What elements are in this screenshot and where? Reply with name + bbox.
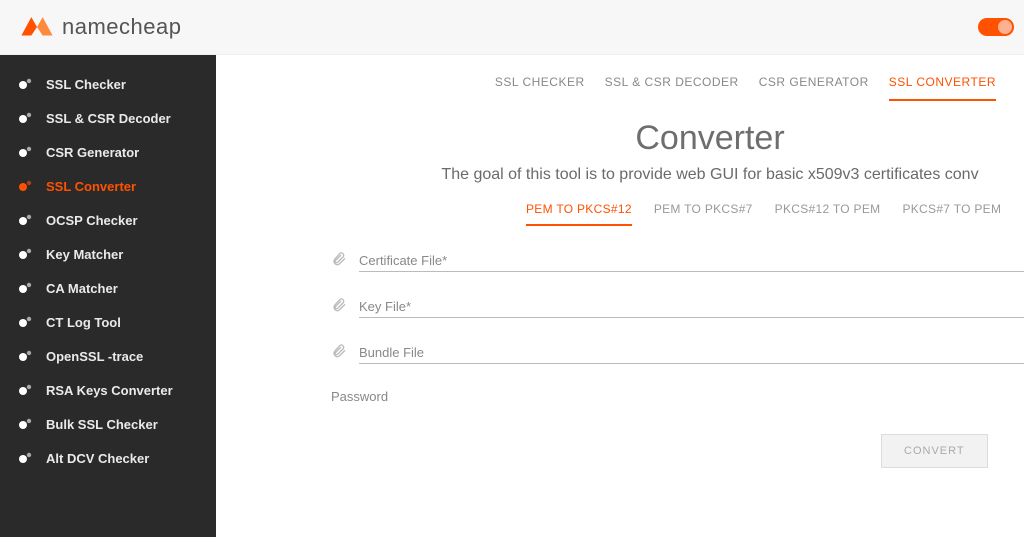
sidebar-item-ocsp-checker[interactable]: OCSP Checker [0, 203, 216, 237]
topnav-ssl-csr-decoder[interactable]: SSL & CSR DECODER [605, 75, 739, 101]
main-content: SSL CHECKER SSL & CSR DECODER CSR GENERA… [216, 55, 1024, 537]
conversion-tabs: PEM TO PKCS#12 PEM TO PKCS#7 PKCS#12 TO … [216, 202, 1024, 226]
sidebar-item-ssl-checker[interactable]: SSL Checker [0, 67, 216, 101]
nav-dot-icon [18, 382, 34, 398]
nav-dot-icon [18, 314, 34, 330]
brand-logo[interactable]: namecheap [20, 14, 181, 40]
topnav-ssl-converter[interactable]: SSL CONVERTER [889, 75, 996, 101]
nav-dot-icon [18, 416, 34, 432]
tab-pem-to-pkcs7[interactable]: PEM TO PKCS#7 [654, 202, 753, 226]
key-file-row: Key File* [331, 296, 1024, 318]
nav-dot-icon [18, 348, 34, 364]
topnav-ssl-checker[interactable]: SSL CHECKER [495, 75, 585, 101]
sidebar-item-label: CT Log Tool [46, 315, 121, 330]
brand-name: namecheap [62, 14, 181, 40]
theme-toggle[interactable] [978, 18, 1014, 36]
nav-dot-icon [18, 144, 34, 160]
sidebar-item-label: Bulk SSL Checker [46, 417, 158, 432]
sidebar-item-rsa-keys-converter[interactable]: RSA Keys Converter [0, 373, 216, 407]
bundle-file-input[interactable]: Bundle File [359, 345, 1024, 364]
sidebar-item-alt-dcv-checker[interactable]: Alt DCV Checker [0, 441, 216, 475]
nav-dot-icon [18, 76, 34, 92]
tab-pem-to-pkcs12[interactable]: PEM TO PKCS#12 [526, 202, 632, 226]
nav-dot-icon [18, 110, 34, 126]
nav-dot-icon [18, 212, 34, 228]
sidebar-item-ct-log-tool[interactable]: CT Log Tool [0, 305, 216, 339]
sidebar-item-csr-generator[interactable]: CSR Generator [0, 135, 216, 169]
password-row: Password [331, 388, 1024, 406]
topnav-csr-generator[interactable]: CSR GENERATOR [759, 75, 869, 101]
sidebar-item-label: RSA Keys Converter [46, 383, 173, 398]
key-file-input[interactable]: Key File* [359, 299, 1024, 318]
sidebar-item-ca-matcher[interactable]: CA Matcher [0, 271, 216, 305]
certificate-file-input[interactable]: Certificate File* [359, 253, 1024, 272]
sidebar-item-openssl-trace[interactable]: OpenSSL -trace [0, 339, 216, 373]
sidebar-item-ssl-converter[interactable]: SSL Converter [0, 169, 216, 203]
paperclip-icon[interactable] [331, 250, 347, 268]
app-header: namecheap [0, 0, 1024, 55]
paperclip-icon[interactable] [331, 342, 347, 360]
sidebar-nav: SSL Checker SSL & CSR Decoder CSR Genera… [0, 55, 216, 537]
namecheap-logo-icon [20, 14, 54, 40]
sidebar-item-label: SSL & CSR Decoder [46, 111, 171, 126]
paperclip-icon[interactable] [331, 296, 347, 314]
nav-dot-icon [18, 246, 34, 262]
tab-pkcs12-to-pem[interactable]: PKCS#12 TO PEM [775, 202, 881, 226]
sidebar-item-label: CSR Generator [46, 145, 139, 160]
sidebar-item-label: Key Matcher [46, 247, 123, 262]
sidebar-item-label: OpenSSL -trace [46, 349, 143, 364]
sidebar-item-label: Alt DCV Checker [46, 451, 149, 466]
sidebar-item-ssl-csr-decoder[interactable]: SSL & CSR Decoder [0, 101, 216, 135]
bundle-file-label: Bundle File [359, 345, 1024, 360]
certificate-file-row: Certificate File* [331, 250, 1024, 272]
key-file-label: Key File* [359, 299, 1024, 314]
page-title: Converter [396, 119, 1024, 158]
nav-dot-icon [18, 280, 34, 296]
sidebar-item-label: SSL Converter [46, 179, 136, 194]
tab-pkcs7-to-pem[interactable]: PKCS#7 TO PEM [902, 202, 1001, 226]
bundle-file-row: Bundle File [331, 342, 1024, 364]
sidebar-item-key-matcher[interactable]: Key Matcher [0, 237, 216, 271]
convert-button[interactable]: CONVERT [881, 434, 988, 468]
top-nav: SSL CHECKER SSL & CSR DECODER CSR GENERA… [216, 75, 1024, 101]
converter-form: Certificate File* Key File* Bundle File [216, 250, 1024, 468]
nav-dot-icon [18, 450, 34, 466]
sidebar-item-bulk-ssl-checker[interactable]: Bulk SSL Checker [0, 407, 216, 441]
page-subtitle: The goal of this tool is to provide web … [396, 166, 1024, 184]
sidebar-item-label: OCSP Checker [46, 213, 138, 228]
nav-dot-icon [18, 178, 34, 194]
sidebar-item-label: CA Matcher [46, 281, 118, 296]
password-label[interactable]: Password [331, 389, 388, 404]
sidebar-item-label: SSL Checker [46, 77, 126, 92]
certificate-file-label: Certificate File* [359, 253, 1024, 268]
